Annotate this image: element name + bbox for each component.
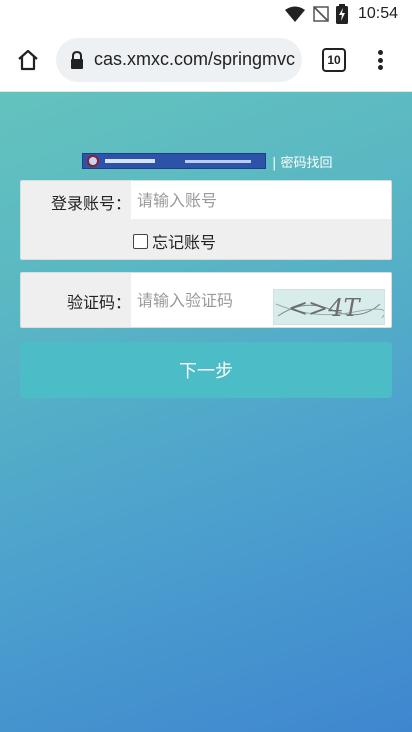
wifi-icon bbox=[284, 6, 305, 22]
logo-text-graphic bbox=[105, 159, 155, 163]
remember-account-option[interactable]: 忘记账号 bbox=[133, 229, 216, 253]
account-label: 登录账号： bbox=[50, 194, 131, 213]
banner-row: | 密码找回 bbox=[82, 152, 333, 171]
overflow-menu-button[interactable] bbox=[370, 46, 390, 74]
login-page: | 密码找回 登录账号： 忘记账号 验证码： <>4T 下一步 bbox=[0, 92, 412, 732]
status-icons: 10:54 bbox=[284, 4, 398, 24]
home-button[interactable] bbox=[14, 46, 42, 74]
logo-slogan-graphic bbox=[185, 159, 251, 163]
login-card: 登录账号： 忘记账号 bbox=[20, 180, 392, 260]
address-bar[interactable]: cas.xmxc.com/springmvc bbox=[56, 38, 302, 82]
battery-charging-icon bbox=[335, 4, 348, 24]
next-step-button[interactable]: 下一步 bbox=[20, 342, 392, 398]
account-input[interactable] bbox=[131, 181, 391, 219]
home-icon bbox=[18, 49, 38, 71]
captcha-image[interactable]: <>4T bbox=[273, 289, 386, 325]
tab-switcher-button[interactable]: 10 bbox=[322, 48, 346, 72]
menu-dot-icon bbox=[377, 57, 383, 63]
url-text: cas.xmxc.com/springmvc bbox=[94, 49, 296, 69]
browser-toolbar: cas.xmxc.com/springmvc 10 bbox=[0, 28, 412, 92]
captcha-card: 验证码： <>4T bbox=[20, 272, 392, 328]
menu-dot-icon bbox=[377, 50, 383, 55]
captcha-graphic: <>4T bbox=[275, 294, 386, 322]
password-recovery-link[interactable]: | 密码找回 bbox=[272, 152, 333, 171]
remember-account-checkbox[interactable] bbox=[133, 233, 148, 249]
no-signal-icon bbox=[313, 6, 329, 22]
captcha-label: 验证码： bbox=[66, 293, 131, 312]
school-seal-icon bbox=[87, 155, 99, 167]
menu-dot-icon bbox=[377, 65, 383, 70]
remember-account-label: 忘记账号 bbox=[152, 233, 217, 252]
school-logo bbox=[82, 153, 266, 169]
lock-icon bbox=[71, 50, 83, 69]
clock-time: 10:54 bbox=[357, 5, 398, 22]
status-bar: 10:54 bbox=[0, 0, 412, 28]
captcha-text: <>4T bbox=[288, 294, 361, 322]
